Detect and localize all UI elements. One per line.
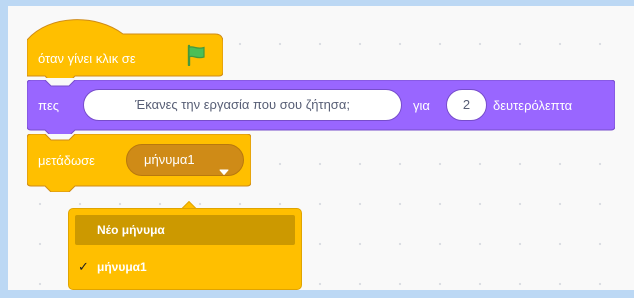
hat-block-label: όταν γίνει κλικ σε (38, 51, 136, 66)
for-label: για (413, 98, 430, 113)
green-flag-icon (185, 44, 207, 71)
menu-item-message1[interactable]: ✓ μήνυμα1 (75, 252, 295, 282)
say-for-secs-block[interactable]: πες Έκανες την εργασία που σου ζήτησα; γ… (27, 80, 615, 134)
broadcast-block[interactable]: μετάδωσε μήνυμα1 (27, 134, 251, 192)
message-text-input[interactable]: Έκανες την εργασία που σου ζήτησα; (83, 89, 402, 121)
checkmark-icon: ✓ (78, 259, 89, 274)
menu-item-new-message[interactable]: Νέο μήνυμα (75, 215, 295, 245)
say-label: πες (38, 98, 60, 113)
seconds-label: δευτερόλεπτα (493, 98, 573, 113)
message-dropdown-menu: Νέο μήνυμα ✓ μήνυμα1 (68, 208, 302, 290)
menu-item-label: Νέο μήνυμα (97, 223, 165, 237)
seconds-number-input[interactable]: 2 (446, 89, 487, 121)
menu-item-label: μήνυμα1 (97, 260, 147, 274)
caret-down-icon (219, 157, 229, 187)
broadcast-label: μετάδωσε (38, 153, 95, 168)
selected-message: μήνυμα1 (144, 152, 195, 167)
when-flag-clicked-block[interactable]: όταν γίνει κλικ σε (27, 10, 223, 78)
message-dropdown[interactable]: μήνυμα1 (126, 144, 244, 176)
